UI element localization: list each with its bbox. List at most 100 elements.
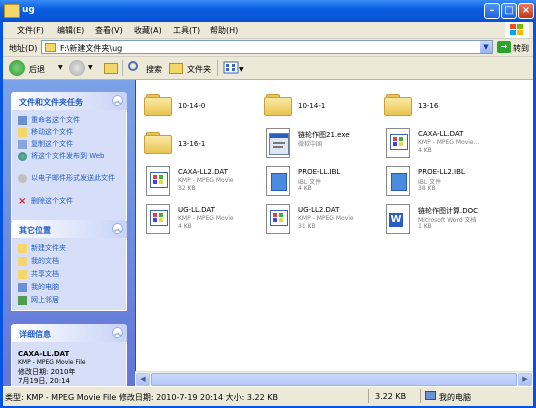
file-tasks-list: 重命名这个文件 移动这个文件 复制这个文件 将这个文件发布到 Web 以电子邮件… <box>11 110 127 221</box>
file-size: 32 KB <box>178 185 196 192</box>
folder-icon <box>384 94 412 116</box>
file-name: 13-16 <box>418 102 439 110</box>
horizontal-scrollbar[interactable]: ◀ ▶ <box>135 371 533 387</box>
file-item[interactable]: UG-LL.DAT KMP - MPEG Movie 4 KB <box>144 202 264 238</box>
folder-item[interactable]: 13-16 <box>384 88 504 124</box>
go-button[interactable]: 转到 <box>513 43 529 54</box>
menu-view[interactable]: 查看(V) <box>95 25 123 36</box>
file-item[interactable]: W 链轮作图计算.DOC Microsoft Word 文档 1 KB <box>384 202 504 238</box>
network-icon <box>18 296 27 305</box>
svg-text:▼: ▼ <box>239 66 244 73</box>
place-my-computer[interactable]: 我的电脑 <box>18 283 128 293</box>
file-name: 10-14-1 <box>298 102 326 110</box>
place-my-documents[interactable]: 我的文档 <box>18 257 128 267</box>
address-bar: 地址(D) F:\新建文件夹\ug ▼ → 转到 <box>3 39 533 57</box>
forward-dropdown-icon[interactable]: ▼ <box>88 64 93 71</box>
details-header[interactable]: 详细信息 ︽ <box>11 324 127 342</box>
place-label: 我的文档 <box>31 257 59 265</box>
file-name: 10-14-0 <box>178 102 206 110</box>
ibl-file-icon <box>266 166 290 196</box>
search-button[interactable]: 搜索 <box>127 60 165 76</box>
folder-icon <box>264 94 292 116</box>
forward-button[interactable] <box>69 60 85 76</box>
movie-file-icon <box>386 128 410 158</box>
folder-item[interactable]: 10-14-0 <box>144 88 264 124</box>
close-button[interactable]: × <box>518 3 534 19</box>
folder-item[interactable]: 10-14-1 <box>264 88 384 124</box>
up-folder-icon <box>104 63 118 74</box>
movie-file-icon <box>266 204 290 234</box>
file-item[interactable]: UG-LL2.DAT KMP - MPEG Movie 31 KB <box>264 202 384 238</box>
globe-icon <box>18 152 27 161</box>
file-list: 10-14-0 10-14-1 13-16 13-16-1 链轮作图21.exe 微软中国… <box>136 80 533 386</box>
task-copy[interactable]: 复制这个文件 <box>18 140 128 150</box>
rename-icon <box>18 116 27 125</box>
task-publish-web[interactable]: 将这个文件发布到 Web <box>18 152 128 172</box>
place-new-folder[interactable]: 新建文件夹 <box>18 244 128 254</box>
place-network[interactable]: 网上邻居 <box>18 296 128 306</box>
file-item[interactable]: CAXA-LL2.DAT KMP - MPEG Movie 32 KB <box>144 164 264 200</box>
status-bar: 类型: KMP - MPEG Movie File 修改日期: 2010-7-1… <box>3 386 533 406</box>
menu-edit[interactable]: 编辑(E) <box>57 25 84 36</box>
file-tasks-header[interactable]: 文件和文件夹任务 ︽ <box>11 92 127 110</box>
place-shared-documents[interactable]: 共享文档 <box>18 270 128 280</box>
shared-folder-icon <box>18 270 27 279</box>
task-pane: 文件和文件夹任务 ︽ 重命名这个文件 移动这个文件 复制这个文件 将这个文件发布… <box>3 80 135 386</box>
task-email[interactable]: 以电子邮件形式发送此文件 <box>18 174 128 194</box>
computer-icon <box>425 391 436 400</box>
details-name: CAXA-LL.DAT <box>18 350 70 358</box>
menu-favorites[interactable]: 收藏(A) <box>134 25 162 36</box>
status-separator <box>368 389 369 403</box>
up-folder-button[interactable] <box>103 60 121 76</box>
scroll-right-icon[interactable]: ▶ <box>518 373 532 386</box>
back-dropdown-icon[interactable]: ▼ <box>58 64 63 71</box>
toolbar-separator <box>217 60 218 76</box>
status-text: 类型: KMP - MPEG Movie File 修改日期: 2010-7-1… <box>5 393 278 402</box>
movie-file-icon <box>146 166 170 196</box>
views-icon: ▼ <box>223 61 244 74</box>
email-icon <box>18 174 27 183</box>
file-size: 31 KB <box>298 223 316 230</box>
details-title: 详细信息 <box>19 330 51 339</box>
task-label: 重命名这个文件 <box>31 116 80 124</box>
back-button[interactable]: 后退 <box>9 60 57 76</box>
minimize-button[interactable]: – <box>484 3 500 19</box>
other-places-header[interactable]: 其它位置 ︽ <box>11 220 127 238</box>
search-label: 搜索 <box>146 65 162 74</box>
go-arrow-icon[interactable]: → <box>497 41 511 53</box>
address-label: 地址(D) <box>9 44 38 53</box>
toolbar: 后退 ▼ ▼ 搜索 文件夹 ▼ <box>3 57 533 80</box>
collapse-icon[interactable]: ︽ <box>112 223 123 234</box>
folder-icon <box>4 4 20 18</box>
back-arrow-icon <box>9 60 25 76</box>
views-button[interactable]: ▼ <box>223 60 245 76</box>
address-path: F:\新建文件夹\ug <box>60 44 123 53</box>
windows-logo-icon <box>505 22 529 38</box>
file-name: PROE-LL2.IBL <box>418 168 465 176</box>
folders-button[interactable]: 文件夹 <box>169 60 215 76</box>
file-name: UG-LL2.DAT <box>298 206 340 214</box>
file-item[interactable]: CAXA-LL.DAT KMP - MPEG Movie... 4 KB <box>384 126 504 162</box>
collapse-icon[interactable]: ︽ <box>112 327 123 338</box>
menu-tools[interactable]: 工具(T) <box>173 25 200 36</box>
file-item[interactable]: 链轮作图21.exe 微软中国 <box>264 126 384 162</box>
maximize-button[interactable]: □ <box>501 3 517 19</box>
address-input[interactable]: F:\新建文件夹\ug ▼ <box>41 40 493 54</box>
title-bar[interactable]: ug – □ × <box>0 0 536 22</box>
file-type: KMP - MPEG Movie <box>298 215 354 222</box>
task-move[interactable]: 移动这个文件 <box>18 128 128 138</box>
menu-help[interactable]: 帮助(H) <box>210 25 238 36</box>
address-dropdown-button[interactable]: ▼ <box>480 41 492 53</box>
menu-file[interactable]: 文件(F) <box>17 25 44 36</box>
collapse-icon[interactable]: ︽ <box>112 95 123 106</box>
file-item[interactable]: PROE-LL.IBL IBL 文件 4 KB <box>264 164 384 200</box>
folder-item[interactable]: 13-16-1 <box>144 126 264 162</box>
task-rename[interactable]: 重命名这个文件 <box>18 116 128 126</box>
status-separator <box>420 389 421 403</box>
scroll-thumb[interactable] <box>151 373 517 386</box>
doc-file-icon: W <box>386 204 410 234</box>
scroll-left-icon[interactable]: ◀ <box>136 373 150 386</box>
task-delete[interactable]: × 删除这个文件 <box>18 197 128 207</box>
file-item[interactable]: PROE-LL2.IBL IBL 文件 38 KB <box>384 164 504 200</box>
back-label: 后退 <box>29 65 45 74</box>
